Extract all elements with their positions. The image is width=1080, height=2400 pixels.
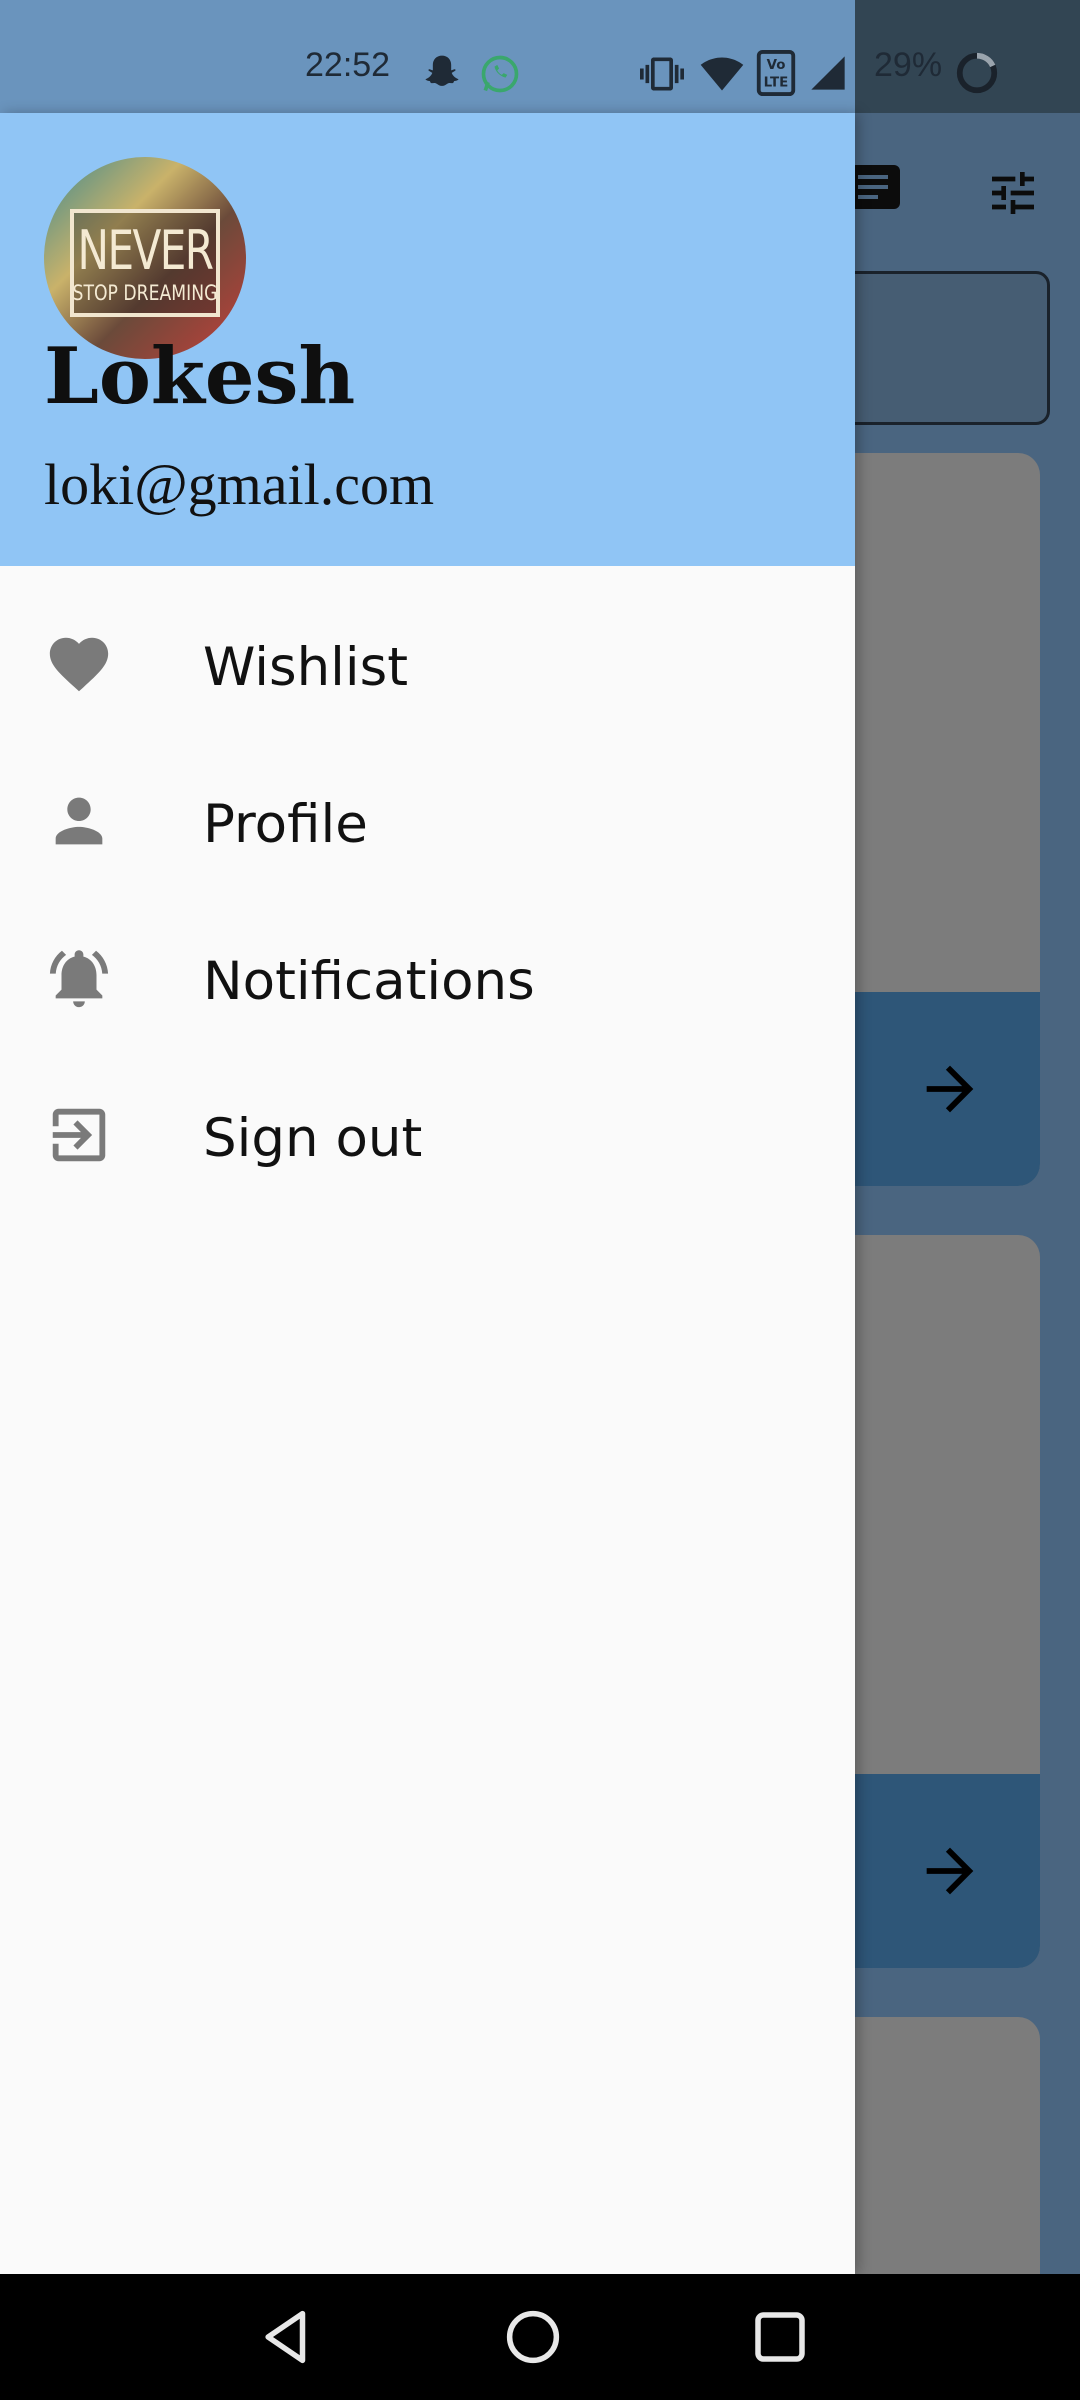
volte-icon: Vo LTE [756,50,796,96]
recents-icon[interactable] [747,2304,813,2370]
user-email: loki@gmail.com [44,452,435,517]
battery-percentage: 29% [874,46,943,84]
avatar[interactable]: NEVER STOP DREAMING [44,157,246,359]
notes-icon [850,165,900,209]
svg-text:Vo: Vo [767,58,786,73]
menu-label-profile: Profile [203,794,368,855]
menu-item-notifications[interactable]: Notifications [0,901,855,1058]
whatsapp-icon [481,55,519,93]
snapchat-icon [425,55,459,86]
user-name: Lokesh [44,331,356,422]
avatar-text-never: NEVER [77,219,214,282]
menu-label-wishlist: Wishlist [203,637,409,698]
home-icon[interactable] [500,2304,566,2370]
filter-sliders-icon[interactable] [985,165,1041,221]
wifi-icon [700,57,744,91]
system-navigation-bar [0,2274,1080,2400]
status-time: 22:52 [305,46,391,84]
bell-icon [49,950,109,1008]
menu-item-sign-out[interactable]: Sign out [0,1058,855,1215]
navigation-drawer: NEVER STOP DREAMING Lokesh loki@gmail.co… [0,113,855,2274]
menu-item-profile[interactable]: Profile [0,744,855,901]
background-search-field [840,271,1050,425]
signal-icon [811,56,845,90]
status-bar: 22:52 Vo LTE [0,0,855,113]
arrow-right-icon [926,1847,974,1895]
vibrate-icon [640,57,684,91]
back-icon[interactable] [253,2304,319,2370]
sign-out-icon [52,1108,106,1162]
menu-item-wishlist[interactable]: Wishlist [0,587,855,744]
heart-icon [49,637,109,692]
menu-label-notifications: Notifications [203,951,535,1012]
drawer-header: NEVER STOP DREAMING Lokesh loki@gmail.co… [0,113,855,566]
arrow-right-icon [926,1065,974,1113]
menu-label-sign-out: Sign out [203,1108,423,1169]
avatar-text-stop-dreaming: STOP DREAMING [72,281,218,305]
battery-icon [956,52,998,94]
svg-text:LTE: LTE [764,75,789,90]
person-icon [55,797,103,845]
